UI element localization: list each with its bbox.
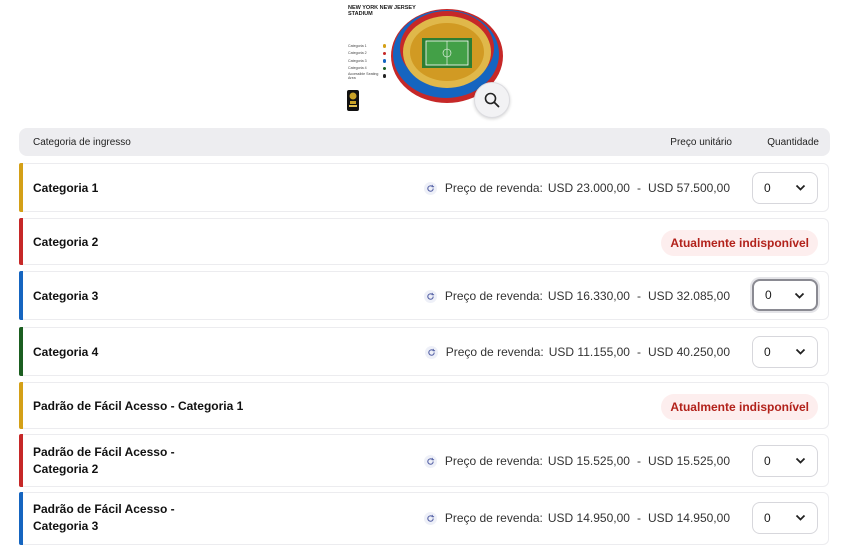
map-legend: Categoria 1 Categoria 2 Categoria 3 Cate… xyxy=(348,42,386,80)
resale-cycle-icon xyxy=(423,181,437,195)
map-zoom-button[interactable] xyxy=(474,82,510,118)
legend-item: Categoria 2 xyxy=(348,50,386,58)
category-name: Padrão de Fácil Acesso - Categoria 2 xyxy=(33,445,175,476)
price-range: Preço de revenda: USD 16.330,00 - USD 32… xyxy=(423,289,730,303)
resale-cycle-icon xyxy=(424,345,438,359)
legend-item: Accessible Seating Area xyxy=(348,72,386,80)
column-header-category: Categoria de ingresso xyxy=(33,137,131,148)
quantity-select[interactable]: 0 xyxy=(752,336,818,368)
category-color-bar xyxy=(19,271,23,320)
ticket-table-header: Categoria de ingresso Preço unitário Qua… xyxy=(19,128,830,156)
category-name: Padrão de Fácil Acesso - Categoria 1 xyxy=(33,399,244,413)
resale-cycle-icon xyxy=(423,454,437,468)
chevron-down-icon xyxy=(795,348,806,355)
category-color-bar xyxy=(19,382,23,429)
trophy-logo-icon xyxy=(347,90,359,111)
search-icon xyxy=(484,92,500,108)
legend-item: Categoria 1 xyxy=(348,42,386,50)
ticket-row-categoria-3: Categoria 3 Preço de revenda: USD 16.330… xyxy=(19,271,829,320)
unavailable-badge: Atualmente indisponível xyxy=(661,394,818,420)
ticket-row-acessivel-categoria-2: Padrão de Fácil Acesso - Categoria 2 Pre… xyxy=(19,434,829,487)
quantity-select[interactable]: 0 xyxy=(752,172,818,204)
ticket-row-categoria-1: Categoria 1 Preço de revenda: USD 23.000… xyxy=(19,163,829,212)
unavailable-badge: Atualmente indisponível xyxy=(661,230,818,256)
category-name: Categoria 4 xyxy=(33,345,99,359)
quantity-select[interactable]: 0 xyxy=(752,445,818,477)
price-range: Preço de revenda: USD 15.525,00 - USD 15… xyxy=(423,454,730,468)
resale-cycle-icon xyxy=(423,289,437,303)
price-range: Preço de revenda: USD 23.000,00 - USD 57… xyxy=(423,181,730,195)
quantity-select[interactable]: 0 xyxy=(752,279,818,311)
ticket-row-categoria-4: Categoria 4 Preço de revenda: USD 11.155… xyxy=(19,327,829,376)
chevron-down-icon xyxy=(794,292,805,299)
category-color-bar xyxy=(19,327,23,376)
price-range: Preço de revenda: USD 14.950,00 - USD 14… xyxy=(423,511,730,525)
column-header-quantity: Quantidade xyxy=(767,137,819,148)
category-color-bar xyxy=(19,218,23,265)
category-color-bar xyxy=(19,434,23,487)
category-color-bar xyxy=(19,163,23,212)
ticket-row-acessivel-categoria-1: Padrão de Fácil Acesso - Categoria 1 Atu… xyxy=(19,382,829,429)
category-color-bar xyxy=(19,492,23,545)
column-header-price: Preço unitário xyxy=(670,137,732,148)
price-range: Preço de revenda: USD 11.155,00 - USD 40… xyxy=(424,345,730,359)
ticket-row-acessivel-categoria-3: Padrão de Fácil Acesso - Categoria 3 Pre… xyxy=(19,492,829,545)
category-name: Categoria 2 xyxy=(33,235,99,249)
resale-cycle-icon xyxy=(423,511,437,525)
ticket-row-categoria-2: Categoria 2 Atualmente indisponível xyxy=(19,218,829,265)
category-name: Categoria 1 xyxy=(33,181,99,195)
category-name: Categoria 3 xyxy=(33,289,99,303)
chevron-down-icon xyxy=(795,514,806,521)
chevron-down-icon xyxy=(795,184,806,191)
chevron-down-icon xyxy=(795,457,806,464)
category-name: Padrão de Fácil Acesso - Categoria 3 xyxy=(33,502,175,533)
legend-item: Categoria 3 xyxy=(348,57,386,65)
quantity-select[interactable]: 0 xyxy=(752,502,818,534)
